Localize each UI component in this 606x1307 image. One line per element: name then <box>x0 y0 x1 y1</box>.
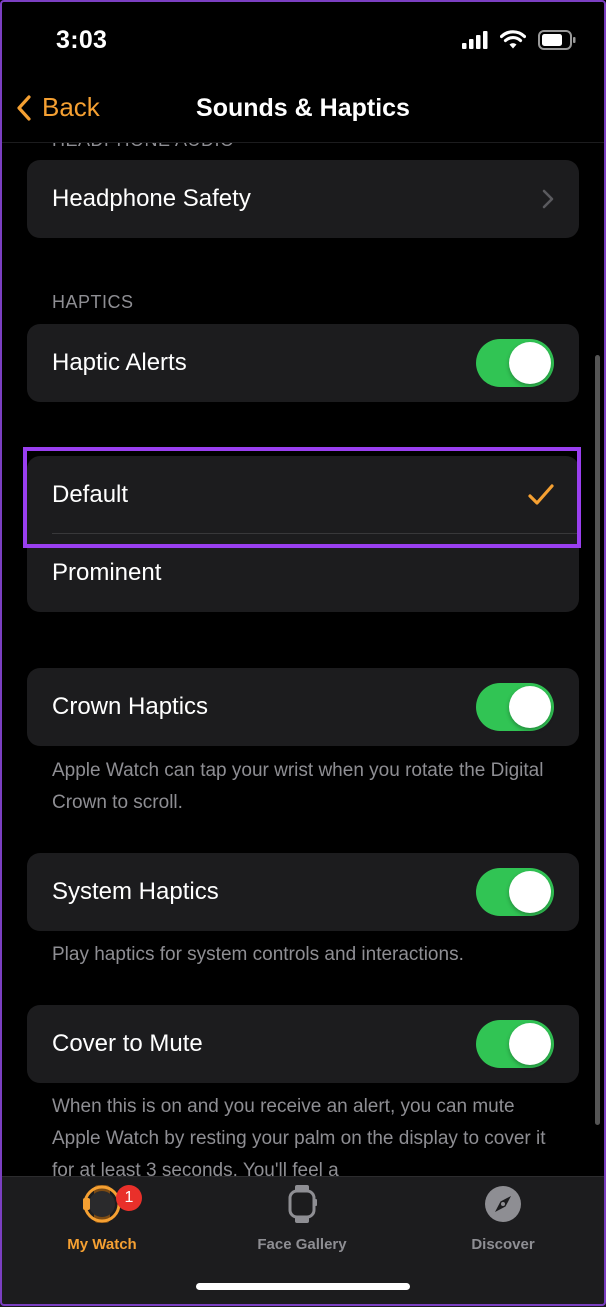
tab-my-watch[interactable]: 1 My Watch <box>12 1185 192 1253</box>
cover-to-mute-toggle[interactable] <box>476 1020 554 1068</box>
home-indicator <box>196 1283 410 1290</box>
status-icons <box>462 30 576 50</box>
headphone-safety-label: Headphone Safety <box>52 185 251 212</box>
haptic-alerts-card: Haptic Alerts <box>27 324 579 402</box>
crown-haptics-label: Crown Haptics <box>52 693 209 720</box>
scroll-indicator <box>595 355 600 1125</box>
tab-my-watch-label: My Watch <box>67 1236 137 1253</box>
compass-icon <box>485 1186 521 1222</box>
watch-icon <box>83 1185 121 1223</box>
cover-to-mute-row: Cover to Mute <box>27 1005 579 1083</box>
haptic-option-prominent-label: Prominent <box>52 559 162 586</box>
toggle-knob <box>509 1023 551 1065</box>
haptic-alerts-toggle[interactable] <box>476 339 554 387</box>
haptic-strength-card: Default Prominent <box>27 456 579 612</box>
tab-face-gallery-label: Face Gallery <box>257 1236 347 1253</box>
cover-to-mute-label: Cover to Mute <box>52 1030 203 1057</box>
navigation-bar: Back Sounds & Haptics <box>0 80 606 143</box>
haptic-option-default-label: Default <box>52 481 129 508</box>
section-header-haptics: HAPTICS <box>52 292 134 312</box>
cover-to-mute-footnote: When this is on and you receive an alert… <box>52 1096 546 1176</box>
tab-discover[interactable]: Discover <box>413 1185 593 1253</box>
toggle-knob <box>509 686 551 728</box>
system-haptics-footnote: Play haptics for system controls and int… <box>52 944 464 965</box>
toggle-knob <box>509 871 551 913</box>
status-time: 3:03 <box>56 26 108 54</box>
system-haptics-toggle[interactable] <box>476 868 554 916</box>
haptic-alerts-row: Haptic Alerts <box>27 324 579 402</box>
haptic-alerts-label: Haptic Alerts <box>52 349 187 376</box>
tab-face-gallery[interactable]: Face Gallery <box>212 1185 392 1253</box>
system-haptics-row: System Haptics <box>27 853 579 931</box>
headphone-safety-card: Headphone Safety <box>27 160 579 238</box>
haptic-option-default[interactable]: Default <box>27 456 579 534</box>
checkmark-icon <box>528 484 554 505</box>
tab-discover-label: Discover <box>471 1236 535 1253</box>
chevron-right-icon <box>542 189 554 209</box>
settings-list[interactable]: HEADPHONE AUDIO Headphone Safety HAPTICS… <box>0 142 606 1176</box>
wifi-icon <box>500 30 526 49</box>
crown-haptics-row: Crown Haptics <box>27 668 579 746</box>
haptic-option-prominent[interactable]: Prominent <box>27 534 579 612</box>
battery-icon <box>538 30 576 50</box>
cellular-signal-icon <box>462 31 488 49</box>
notification-badge: 1 <box>116 1185 142 1211</box>
headphone-safety-row[interactable]: Headphone Safety <box>27 160 579 238</box>
crown-haptics-footnote: Apple Watch can tap your wrist when you … <box>52 760 544 813</box>
cover-to-mute-card: Cover to Mute <box>27 1005 579 1083</box>
crown-haptics-card: Crown Haptics <box>27 668 579 746</box>
watch-face-icon <box>288 1185 317 1223</box>
section-header-headphone-audio: HEADPHONE AUDIO <box>52 142 235 151</box>
toggle-knob <box>509 342 551 384</box>
system-haptics-card: System Haptics <box>27 853 579 931</box>
system-haptics-label: System Haptics <box>52 878 219 905</box>
page-title: Sounds & Haptics <box>196 94 410 122</box>
crown-haptics-toggle[interactable] <box>476 683 554 731</box>
